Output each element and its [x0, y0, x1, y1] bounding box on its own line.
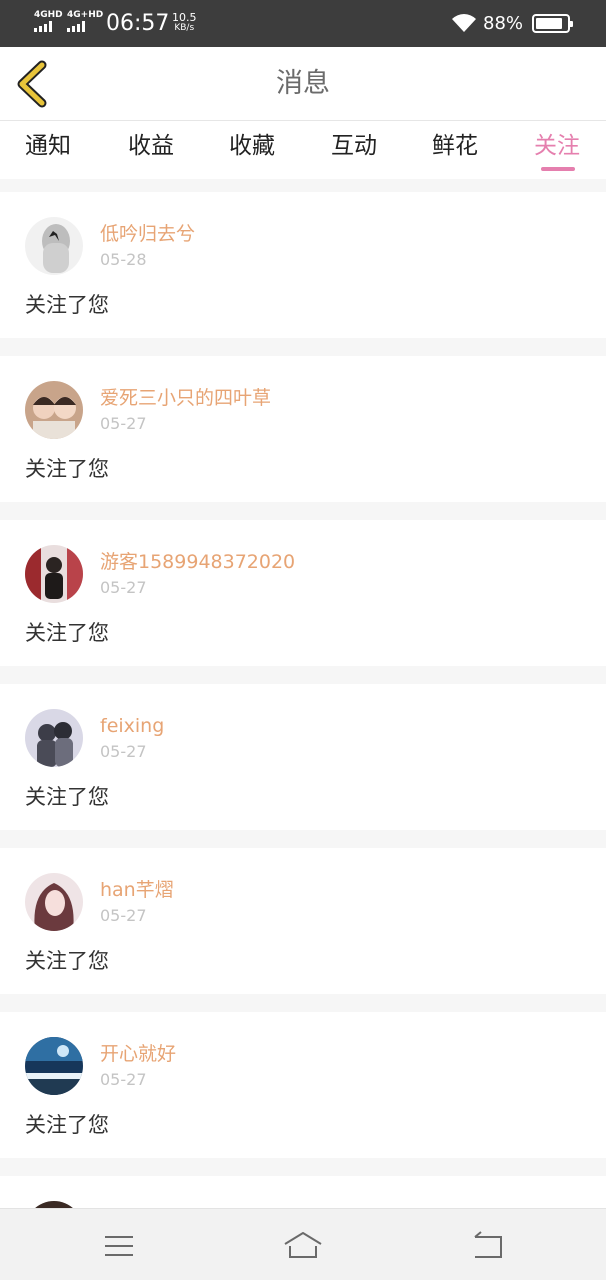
wifi-icon	[450, 13, 478, 37]
signal-icon	[34, 21, 52, 32]
timestamp: 05-28	[100, 250, 147, 269]
tab-follows[interactable]: 关注	[522, 129, 592, 163]
speed-unit: KB/s	[174, 23, 195, 33]
username[interactable]: 游客1589948372020	[100, 550, 295, 574]
page-title: 消息	[276, 68, 330, 99]
timestamp: 05-27	[100, 578, 147, 597]
activity-text: 关注了您	[25, 457, 109, 481]
avatar[interactable]	[25, 709, 83, 767]
network-type-2: 4G+HD	[67, 10, 104, 20]
network-speed: 10.5 KB/s	[172, 12, 197, 34]
avatar[interactable]	[25, 381, 83, 439]
username[interactable]: 爱死三小只的四叶草	[100, 386, 271, 410]
tab-notifications[interactable]: 通知	[13, 129, 83, 163]
status-bar: 4GHD 4G+HD 06:57 10.5 KB/s 88%	[0, 0, 606, 47]
avatar[interactable]	[25, 545, 83, 603]
activity-text: 关注了您	[25, 621, 109, 645]
avatar[interactable]	[25, 217, 83, 275]
list-item[interactable]: 开心就好 05-27 关注了您	[0, 1012, 606, 1158]
activity-text: 关注了您	[25, 293, 109, 317]
list-item[interactable]: 爱死三小只的四叶草 05-27 关注了您	[0, 356, 606, 502]
menu-button[interactable]	[99, 1229, 139, 1263]
battery-icon	[532, 14, 573, 33]
activity-text: 关注了您	[25, 785, 109, 809]
active-tab-indicator	[541, 167, 575, 171]
timestamp: 05-27	[100, 1070, 147, 1089]
back-icon	[474, 1231, 502, 1258]
list-item[interactable]: feixing 05-27 关注了您	[0, 684, 606, 830]
username[interactable]: feixing	[100, 714, 164, 738]
list-item[interactable]: han芊熠 05-27 关注了您	[0, 848, 606, 994]
username[interactable]: 低吟归去兮	[100, 222, 195, 246]
network-type-1: 4GHD	[34, 10, 63, 20]
battery-percentage: 88%	[483, 13, 524, 34]
clock: 06:57	[106, 11, 170, 36]
menu-icon	[105, 1236, 133, 1256]
speed-value: 10.5	[172, 11, 197, 24]
tab-earnings[interactable]: 收益	[116, 129, 186, 163]
tab-interactions[interactable]: 互动	[319, 129, 389, 163]
tab-bar: 通知 收益 收藏 互动 鲜花 关注	[0, 121, 606, 179]
activity-text: 关注了您	[25, 1113, 109, 1137]
tab-flowers[interactable]: 鲜花	[420, 129, 490, 163]
username[interactable]: han芊熠	[100, 878, 174, 902]
timestamp: 05-27	[100, 414, 147, 433]
avatar[interactable]	[25, 873, 83, 931]
back-nav-button[interactable]	[467, 1229, 507, 1263]
activity-text: 关注了您	[25, 949, 109, 973]
home-button[interactable]	[283, 1229, 323, 1263]
avatar[interactable]	[25, 1037, 83, 1095]
signal-icon	[67, 21, 85, 32]
list-item[interactable]: 游客1589948372020 05-27 关注了您	[0, 520, 606, 666]
username[interactable]: 开心就好	[100, 1042, 176, 1066]
tab-favorites[interactable]: 收藏	[217, 129, 287, 163]
header-bar: 消息	[0, 47, 606, 121]
list-item[interactable]: 低吟归去兮 05-28 关注了您	[0, 192, 606, 338]
timestamp: 05-27	[100, 906, 147, 925]
system-nav-bar	[0, 1208, 606, 1280]
home-icon	[284, 1232, 322, 1258]
timestamp: 05-27	[100, 742, 147, 761]
